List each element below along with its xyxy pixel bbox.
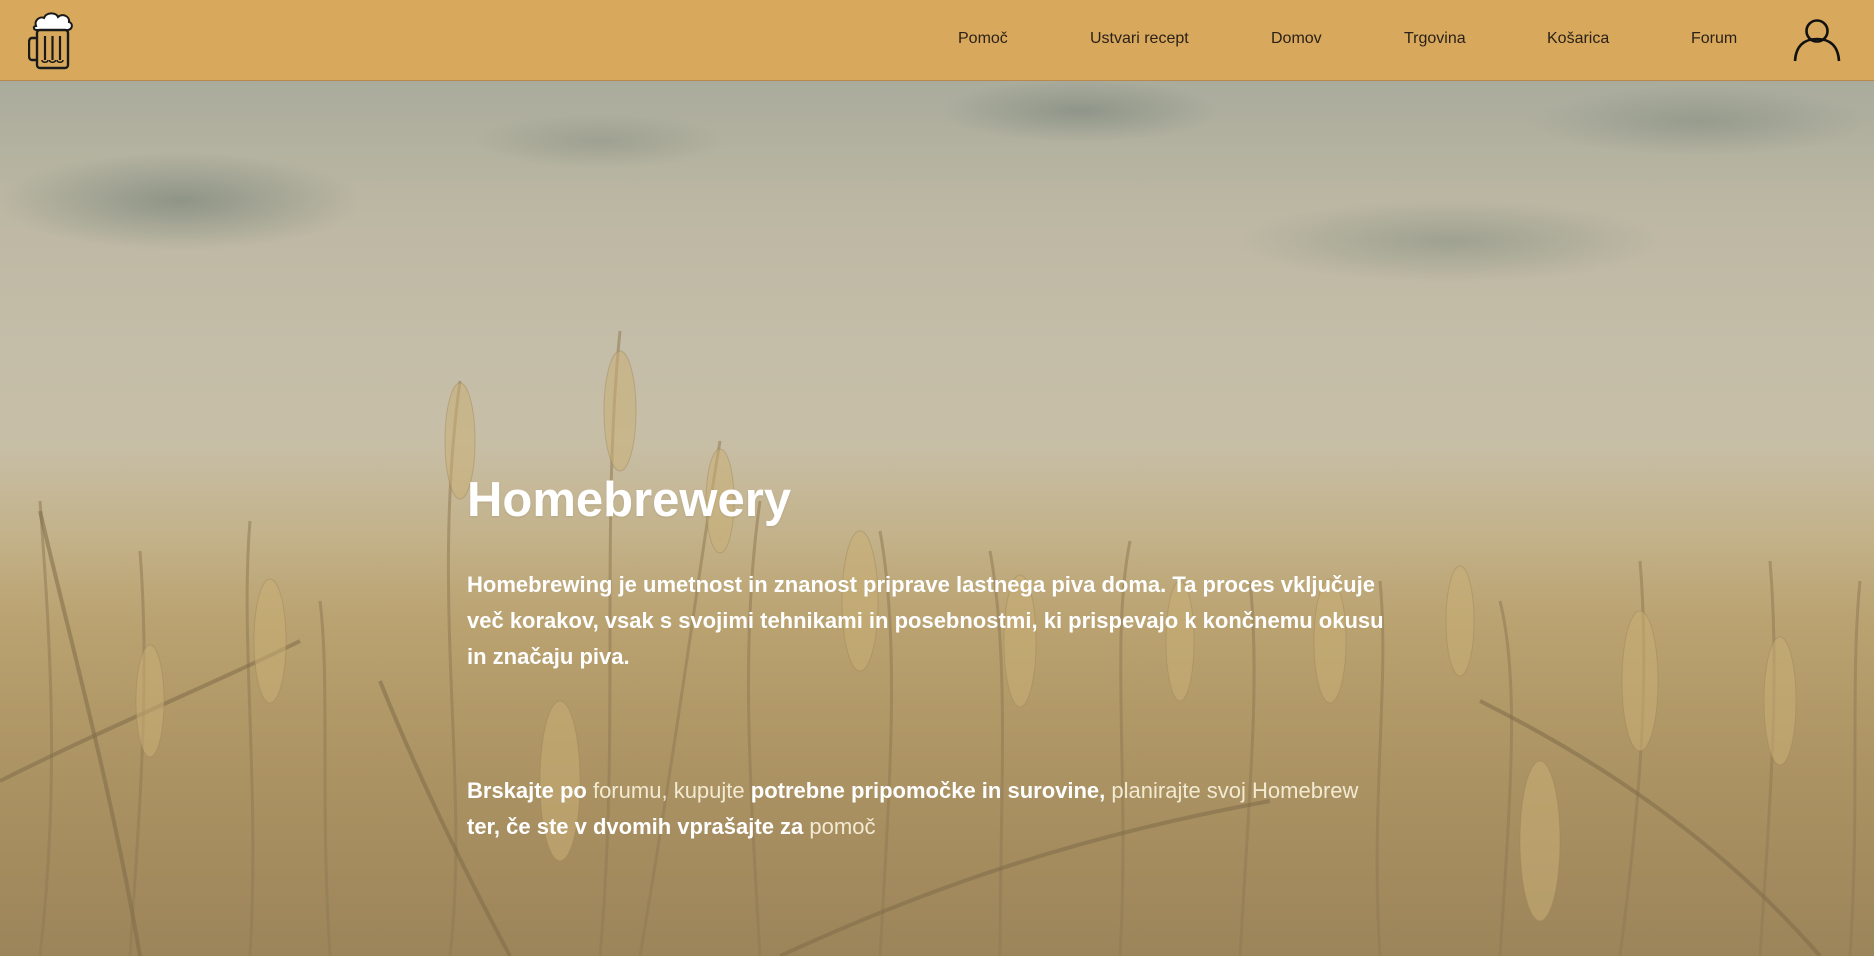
link-forum[interactable]: forumu [593, 778, 661, 803]
cta-comma: , [661, 778, 668, 803]
nav-link-trgovina[interactable]: Trgovina [1404, 30, 1466, 48]
cta-text-ask: ter, če ste v dvomih vprašajte za [467, 814, 804, 839]
hero-cta-paragraph: Brskajte po forumu, kupujte potrebne pri… [467, 773, 1387, 845]
hero-title: Homebrewery [467, 473, 792, 527]
link-help[interactable]: pomoč [809, 814, 875, 839]
user-icon[interactable] [1793, 17, 1841, 63]
nav-link-pomoc[interactable]: Pomoč [958, 30, 1008, 48]
nav-link-domov[interactable]: Domov [1271, 30, 1322, 48]
link-shop[interactable]: kupujte [674, 778, 745, 803]
link-create-recipe[interactable]: planirajte svoj Homebrew [1111, 778, 1358, 803]
hero-section: Homebrewery Homebrewing je umetnost in z… [0, 81, 1874, 956]
cta-text-browse: Brskajte po [467, 778, 587, 803]
nav-link-kosarica[interactable]: Košarica [1547, 30, 1609, 48]
nav-link-ustvari-recept[interactable]: Ustvari recept [1090, 30, 1189, 48]
nav-link-forum[interactable]: Forum [1691, 30, 1737, 48]
top-navbar: Pomoč Ustvari recept Domov Trgovina Koša… [0, 0, 1874, 81]
main-nav: Pomoč Ustvari recept Domov Trgovina Koša… [0, 0, 1874, 81]
hero-intro-paragraph: Homebrewing je umetnost in znanost pripr… [467, 572, 1384, 669]
cta-text-supplies: potrebne pripomočke in surovine, [750, 778, 1106, 803]
